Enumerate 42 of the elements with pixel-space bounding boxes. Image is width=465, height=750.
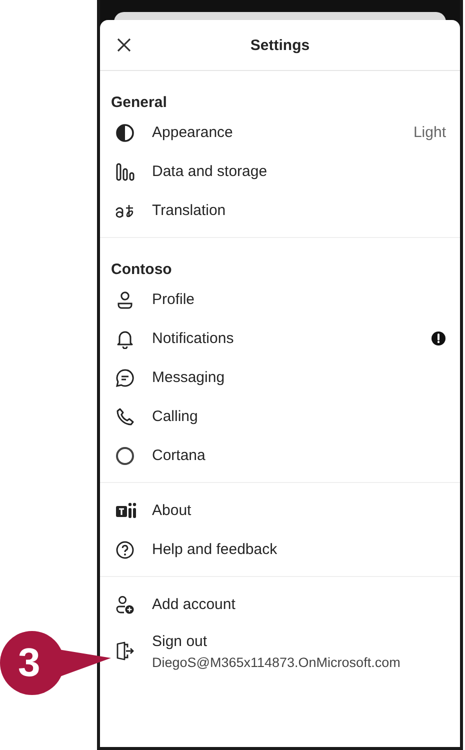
phone-icon [115,406,135,426]
settings-item[interactable]: About [100,491,460,530]
item-label: Messaging [152,369,226,386]
item-value: Light [413,124,446,141]
item-label: About [152,502,192,519]
settings-item[interactable]: Appearance Light [100,113,460,152]
add-person-icon [115,594,135,614]
item-label: Sign out [152,632,208,650]
item-label: Calling [152,408,199,425]
item-label: Profile [152,291,196,308]
item-label: Help and feedback [152,541,278,558]
item-label: Appearance [152,124,234,141]
settings-item[interactable]: Calling [100,397,460,436]
settings-item[interactable]: Messaging [100,358,460,397]
item-label: Cortana [152,447,206,464]
settings-item[interactable]: Translation [100,191,460,230]
contrast-icon [115,122,135,142]
section-heading: Contoso [110,260,173,280]
settings-item[interactable]: Profile [100,280,460,319]
settings-item[interactable]: Cortana [100,436,460,475]
sign-out-icon [115,641,135,661]
section-heading: General [110,93,168,113]
bars-icon [115,162,135,182]
settings-item[interactable]: Help and feedback [100,530,460,569]
settings-item[interactable]: Add account [100,585,460,624]
close-icon [116,37,132,53]
person-icon [115,290,135,310]
logo-icon [115,500,137,520]
bell-icon [115,328,135,348]
item-label: Translation [152,202,227,219]
settings-item[interactable]: Data and storage [100,152,460,191]
item-label: Data and storage [152,163,268,180]
window-title: Settings [250,36,310,54]
help-icon [115,540,135,560]
chat-icon [115,368,135,388]
item-label: Notifications [152,330,235,347]
account-email: DiegoS@M365x114873.OnMicrosoft.com [152,654,402,670]
step-number: 3 [18,640,40,686]
settings-item[interactable]: Sign out DiegoS@M365x114873.OnMicrosoft.com [100,624,460,678]
item-label: Add account [152,596,236,613]
circle-icon [115,446,135,466]
settings-item[interactable]: Notifications [100,319,460,358]
